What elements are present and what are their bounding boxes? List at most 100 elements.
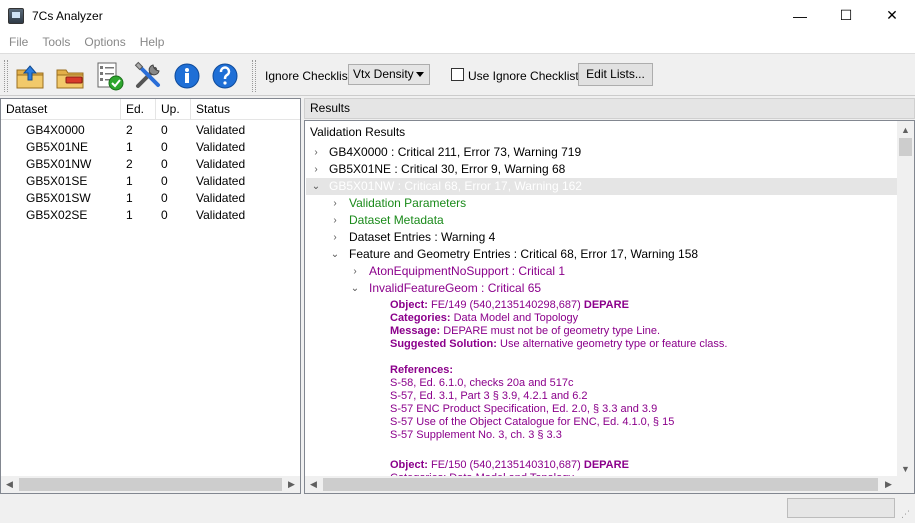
table-row[interactable]: GB5X01NE 1 0 Validated (1, 139, 300, 156)
chevron-right-icon[interactable]: › (330, 212, 340, 229)
ignore-checklist-select[interactable]: Vtx Density (348, 64, 430, 85)
ignore-checklist-value: Vtx Density (353, 67, 414, 81)
tree-item-gb4x0000[interactable]: GB4X0000 : Critical 211, Error 73, Warni… (329, 144, 581, 161)
tools-icon[interactable] (132, 60, 164, 92)
menu-file[interactable]: File (2, 35, 35, 49)
dataset-update: 0 (161, 191, 168, 205)
chevron-right-icon[interactable]: › (311, 144, 321, 161)
table-row[interactable]: GB5X01SE 1 0 Validated (1, 173, 300, 190)
minimize-button[interactable]: — (777, 0, 823, 31)
dataset-list-header: Dataset Ed. Up. Status (1, 99, 300, 120)
scroll-up-icon[interactable]: ▲ (897, 121, 914, 138)
scrollbar-thumb[interactable] (19, 478, 282, 491)
dataset-list-hscrollbar[interactable]: ◀ ▶ (1, 476, 300, 493)
edit-lists-button[interactable]: Edit Lists... (578, 63, 653, 86)
detail-references-label: References: (390, 364, 453, 376)
results-hscrollbar[interactable]: ◀ ▶ (305, 476, 897, 493)
dataset-name: GB5X01SE (26, 174, 88, 188)
reference-item: S-57 Use of the Object Catalogue for ENC… (390, 416, 675, 428)
column-update[interactable]: Up. (156, 99, 191, 119)
menu-bar: File Tools Options Help (0, 31, 915, 53)
tree-item-invalid-feature-geom[interactable]: InvalidFeatureGeom : Critical 65 (369, 280, 541, 297)
detail-object: Object: FE/149 (540,2135140298,687) DEPA… (390, 299, 629, 312)
tree-item-aton-equipment[interactable]: AtonEquipmentNoSupport : Critical 1 (369, 263, 565, 280)
maximize-button[interactable]: ☐ (823, 0, 869, 31)
table-row[interactable]: GB4X0000 2 0 Validated (1, 122, 300, 139)
toolbar-grip[interactable] (4, 60, 8, 92)
checklist-icon[interactable] (94, 60, 126, 92)
dataset-name: GB4X0000 (26, 123, 85, 137)
menu-tools[interactable]: Tools (35, 35, 77, 49)
scroll-right-icon[interactable]: ▶ (880, 476, 897, 493)
dataset-edition: 1 (126, 208, 133, 222)
window-title: 7Cs Analyzer (32, 8, 103, 23)
tree-item-dataset-entries[interactable]: Dataset Entries : Warning 4 (349, 229, 495, 246)
dataset-status: Validated (196, 140, 246, 154)
tree-item-validation-parameters[interactable]: Validation Parameters (349, 195, 466, 212)
detail-object-code: DEPARE (583, 459, 629, 471)
dataset-edition: 2 (126, 157, 133, 171)
detail-message-label: Message: (390, 325, 441, 337)
close-button[interactable]: ✕ (869, 0, 915, 31)
chevron-down-icon[interactable]: ⌄ (311, 178, 321, 195)
scrollbar-thumb[interactable] (323, 478, 878, 491)
detail-solution: Suggested Solution: Use alternative geom… (390, 338, 727, 351)
detail-categories-value: Data Model and Topology (453, 312, 579, 324)
scroll-down-icon[interactable]: ▼ (897, 460, 914, 477)
resize-grip-icon[interactable]: ⋰ (901, 509, 913, 521)
detail-solution-value: Use alternative geometry type or feature… (500, 338, 728, 350)
detail-object-value: FE/149 (540,2135140298,687) (430, 299, 581, 311)
column-dataset[interactable]: Dataset (1, 99, 121, 119)
detail-references: References: (390, 364, 453, 377)
detail-object-label: Object: (390, 299, 428, 311)
scrollbar-thumb[interactable] (899, 138, 912, 156)
table-row[interactable]: GB5X02SE 1 0 Validated (1, 207, 300, 224)
tree-item-dataset-metadata[interactable]: Dataset Metadata (349, 212, 444, 229)
dataset-status: Validated (196, 157, 246, 171)
scrollbar-corner (897, 476, 914, 493)
dataset-name: GB5X01NW (26, 157, 92, 171)
chevron-down-icon[interactable]: ⌄ (350, 280, 360, 297)
menu-options[interactable]: Options (77, 35, 132, 49)
dataset-status: Validated (196, 174, 246, 188)
dataset-update: 0 (161, 174, 168, 188)
help-icon[interactable] (209, 60, 241, 92)
scroll-right-icon[interactable]: ▶ (283, 476, 300, 493)
tree-root[interactable]: Validation Results (310, 124, 405, 141)
column-edition[interactable]: Ed. (121, 99, 156, 119)
chevron-right-icon[interactable]: › (350, 263, 360, 280)
detail-object: Object: FE/150 (540,2135140310,687) DEPA… (390, 459, 629, 472)
toolbar-grip[interactable] (252, 60, 256, 92)
tree-item-gb5x01ne[interactable]: GB5X01NE : Critical 30, Error 9, Warning… (329, 161, 565, 178)
detail-categories: Categories: Data Model and Topology (390, 312, 578, 325)
table-row[interactable]: GB5X01SW 1 0 Validated (1, 190, 300, 207)
detail-object-code: DEPARE (583, 299, 629, 311)
dataset-list: Dataset Ed. Up. Status GB4X0000 2 0 Vali… (0, 98, 301, 494)
status-progress-bar (787, 498, 895, 518)
results-vscrollbar[interactable]: ▲ ▼ (897, 121, 914, 477)
chevron-right-icon[interactable]: › (330, 195, 340, 212)
dataset-name: GB5X01SW (26, 191, 91, 205)
use-ignore-checklist-checkbox[interactable] (451, 68, 464, 81)
scroll-left-icon[interactable]: ◀ (305, 476, 322, 493)
menu-help[interactable]: Help (133, 35, 172, 49)
chevron-down-icon[interactable]: ⌄ (330, 246, 340, 263)
column-status[interactable]: Status (191, 99, 300, 119)
tree-item-gb5x01nw[interactable]: GB5X01NW : Critical 68, Error 17, Warnin… (329, 178, 582, 195)
scroll-left-icon[interactable]: ◀ (1, 476, 18, 493)
dataset-name: GB5X01NE (26, 140, 89, 154)
open-dataset-icon[interactable] (14, 60, 46, 92)
table-row[interactable]: GB5X01NW 2 0 Validated (1, 156, 300, 173)
dataset-status: Validated (196, 191, 246, 205)
chevron-right-icon[interactable]: › (311, 161, 321, 178)
dataset-name: GB5X02SE (26, 208, 88, 222)
tree-item-feature-geometry[interactable]: Feature and Geometry Entries : Critical … (349, 246, 698, 263)
results-header: Results (304, 98, 915, 119)
dataset-update: 0 (161, 123, 168, 137)
results-tree: Validation Results › GB4X0000 : Critical… (304, 120, 915, 494)
reference-item: S-57, Ed. 3.1, Part 3 § 3.9, 4.2.1 and 6… (390, 390, 588, 402)
remove-dataset-icon[interactable] (54, 60, 86, 92)
chevron-right-icon[interactable]: › (330, 229, 340, 246)
info-icon[interactable] (171, 60, 203, 92)
detail-message: Message: DEPARE must not be of geometry … (390, 325, 660, 338)
